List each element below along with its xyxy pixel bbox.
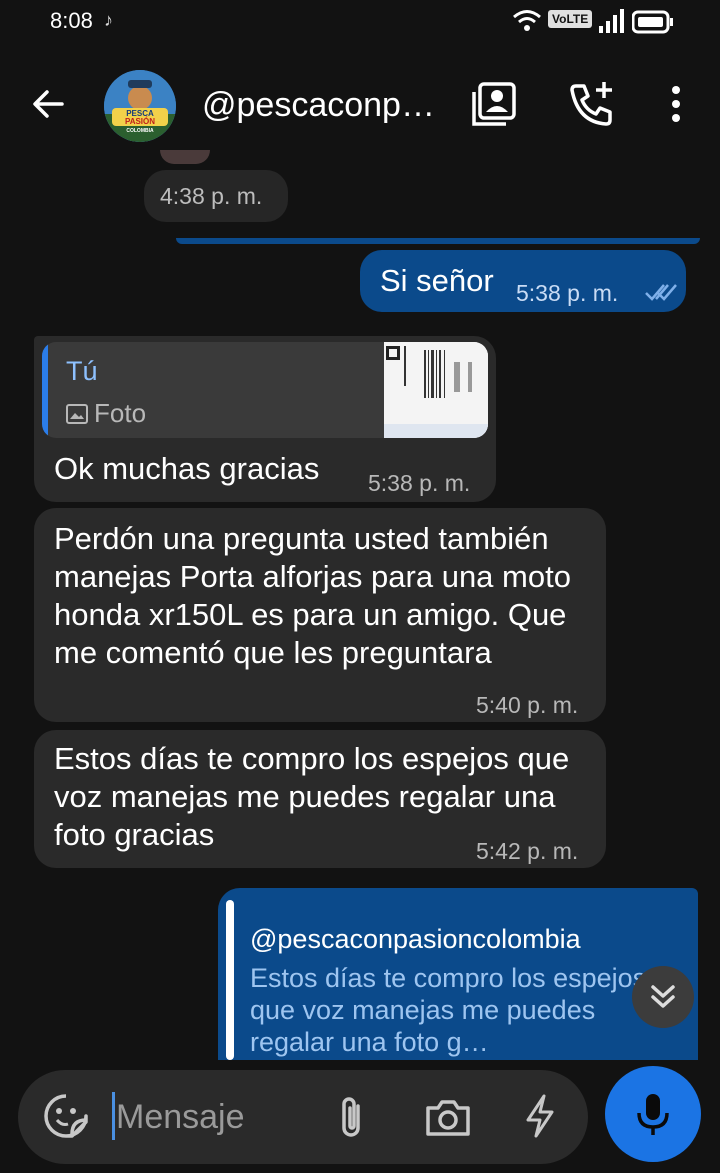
message-time: 5:38 p. m.	[368, 470, 471, 496]
image-fragment	[160, 150, 210, 164]
time-chip: 4:38 p. m.	[144, 170, 288, 222]
reply-quote[interactable]: @pescaconpasioncolombia Estos días te co…	[226, 900, 686, 1060]
message-text: Si señor	[380, 263, 494, 298]
camera-button[interactable]	[422, 1094, 474, 1142]
camera-icon	[426, 1100, 470, 1136]
chat-header: PESCA PASIÓN COLOMBIA @pescaconpasioncol…	[0, 48, 720, 160]
double-check-icon	[645, 284, 677, 301]
message-input[interactable]	[112, 1088, 316, 1146]
paperclip-icon	[342, 1097, 360, 1137]
incoming-message[interactable]: Perdón una pregunta usted también maneja…	[34, 508, 606, 722]
back-button[interactable]	[22, 76, 74, 132]
quote-bar	[42, 342, 48, 438]
status-time: 8:08	[50, 8, 93, 33]
contact-name[interactable]: @pescaconpasioncolombia	[202, 86, 452, 125]
status-bar: 8:08 ♪ VoLTE	[0, 0, 720, 48]
message-composer	[18, 1070, 588, 1164]
more-vert-icon	[672, 86, 680, 122]
quote-type: Foto	[94, 398, 147, 428]
receipt-thumbnail	[384, 342, 488, 438]
contact-info-button[interactable]	[470, 78, 522, 130]
battery-icon	[632, 10, 673, 34]
quote-bar	[226, 900, 234, 1060]
flash-button[interactable]	[518, 1092, 562, 1140]
tiktok-icon: ♪	[104, 10, 113, 30]
incoming-message-with-reply[interactable]: Tú Foto Ok muchas gracias 5:38 p. m.	[34, 336, 496, 502]
volte-badge: VoLTE	[548, 10, 593, 28]
avatar-logo-icon: PESCA PASIÓN COLOMBIA	[104, 70, 176, 142]
avatar[interactable]: PESCA PASIÓN COLOMBIA	[104, 70, 176, 142]
attach-button[interactable]	[332, 1094, 372, 1142]
reply-quote[interactable]: Tú Foto	[42, 342, 488, 438]
quote-author: Tú	[66, 356, 98, 386]
message-text: Perdón una pregunta usted también maneja…	[54, 521, 571, 670]
message-time: 5:40 p. m.	[476, 692, 579, 718]
flash-icon	[526, 1094, 554, 1138]
time-chip-label: 4:38 p. m.	[160, 183, 263, 209]
sticker-button[interactable]	[42, 1092, 90, 1140]
sticker-icon	[44, 1094, 88, 1138]
add-call-button[interactable]	[566, 78, 618, 130]
quote-photo-label: Foto	[66, 398, 146, 429]
contact-card-icon	[472, 82, 516, 126]
quote-author: @pescaconpasioncolombia	[250, 924, 581, 954]
message-time: 5:42 p. m.	[476, 838, 579, 864]
quote-text: Estos días te compro los espejos que voz…	[250, 963, 647, 1057]
mic-icon	[637, 1094, 669, 1135]
back-arrow-icon	[33, 90, 64, 118]
svg-text:PASIÓN: PASIÓN	[125, 117, 155, 126]
add-call-icon	[570, 82, 612, 126]
signal-icon	[599, 9, 624, 33]
wifi-icon	[513, 10, 541, 31]
message-time: 5:38 p. m.	[516, 280, 619, 306]
voice-record-button[interactable]	[605, 1066, 701, 1162]
outgoing-bubble-edge	[176, 238, 700, 244]
scroll-to-bottom-button[interactable]	[632, 966, 694, 1028]
outgoing-message-with-reply[interactable]: @pescaconpasioncolombia Estos días te co…	[218, 888, 698, 1060]
message-text: Estos días te compro los espejos que voz…	[54, 741, 570, 852]
svg-text:COLOMBIA: COLOMBIA	[126, 128, 154, 134]
image-icon	[66, 404, 88, 424]
chevrons-down-icon	[651, 985, 675, 1008]
more-options-button[interactable]	[652, 78, 700, 130]
message-text: Ok muchas gracias	[54, 451, 320, 486]
incoming-message[interactable]: Estos días te compro los espejos que voz…	[34, 730, 606, 868]
outgoing-message[interactable]: Si señor 5:38 p. m.	[360, 250, 686, 312]
